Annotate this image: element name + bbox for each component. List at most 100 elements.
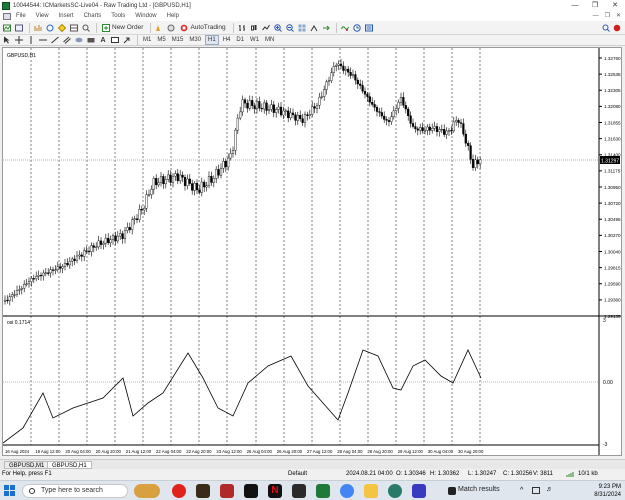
- arrows-icon[interactable]: [122, 35, 132, 45]
- teams-icon[interactable]: [388, 484, 402, 498]
- rectangle-icon[interactable]: [86, 35, 96, 45]
- volume-icon[interactable]: ♬: [546, 486, 553, 493]
- file-explorer-icon[interactable]: [364, 484, 378, 498]
- timeframe-m15[interactable]: M15: [170, 35, 186, 45]
- bar-chart-icon[interactable]: [237, 23, 247, 33]
- chart-window[interactable]: 1.32760 1.32535 1.32305 1.32080 1.31855 1.316…: [2, 47, 622, 456]
- chrome-icon[interactable]: [340, 484, 354, 498]
- mql5-icon[interactable]: [612, 23, 622, 33]
- video-app-icon[interactable]: [244, 484, 258, 498]
- price-tick-label: 1.30950: [604, 185, 621, 190]
- metaeditor-icon[interactable]: [154, 23, 164, 33]
- candle-body: [347, 68, 350, 73]
- minimize-button[interactable]: —: [565, 0, 585, 11]
- menu-window[interactable]: Window: [130, 13, 161, 19]
- menu-insert[interactable]: Insert: [54, 13, 79, 19]
- profiles-icon[interactable]: [14, 23, 24, 33]
- osc-tick-zero: 0.00: [603, 380, 613, 386]
- candle-body: [313, 106, 316, 109]
- menu-tools[interactable]: Tools: [106, 13, 130, 19]
- candlestick-icon[interactable]: [249, 23, 259, 33]
- timeframe-m30[interactable]: M30: [187, 35, 203, 45]
- market-watch-icon[interactable]: [33, 23, 43, 33]
- menu-view[interactable]: View: [31, 13, 54, 19]
- timeframe-h4[interactable]: H4: [221, 35, 233, 45]
- tile-windows-icon[interactable]: [297, 23, 307, 33]
- network-icon[interactable]: [532, 487, 540, 494]
- trendline-icon[interactable]: [50, 35, 60, 45]
- tab-gbpusd-h1[interactable]: GBPUSD,H1: [47, 461, 92, 469]
- zoom-in-icon[interactable]: [273, 23, 283, 33]
- windows-start-icon[interactable]: [4, 485, 15, 496]
- autotrading-button[interactable]: AutoTrading: [178, 23, 227, 33]
- cursor-icon[interactable]: [2, 35, 12, 45]
- templates-icon[interactable]: [364, 23, 374, 33]
- app-icon[interactable]: [196, 484, 210, 498]
- maximize-button[interactable]: ❐: [585, 0, 605, 11]
- chart-shift-icon[interactable]: [309, 23, 319, 33]
- new-order-button[interactable]: New Order: [100, 23, 145, 33]
- channel-icon[interactable]: [62, 35, 72, 45]
- crosshair-icon[interactable]: [14, 35, 24, 45]
- price-tick-label: 1.29590: [604, 282, 621, 287]
- time-label: 23 Aug 12:00: [216, 449, 242, 454]
- opera-icon[interactable]: [172, 484, 186, 498]
- timeframe-mn[interactable]: MN: [263, 35, 276, 45]
- media-app-icon[interactable]: [220, 484, 234, 498]
- candle-body: [327, 80, 331, 82]
- timeframe-d1[interactable]: D1: [234, 35, 246, 45]
- timeframe-m1[interactable]: M1: [141, 35, 153, 45]
- vertical-line-icon[interactable]: [26, 35, 36, 45]
- match-results-label[interactable]: Match results: [458, 486, 500, 493]
- timeframe-h1[interactable]: H1: [205, 35, 219, 45]
- navigator-icon[interactable]: [57, 23, 67, 33]
- close-button[interactable]: ✕: [605, 0, 625, 11]
- timeframe-w1[interactable]: W1: [248, 35, 261, 45]
- search-icon[interactable]: [601, 23, 611, 33]
- zoom-out-icon[interactable]: [285, 23, 295, 33]
- app-icon[interactable]: [412, 484, 426, 498]
- tray-chevron-icon[interactable]: ^: [520, 487, 523, 494]
- options-icon[interactable]: [166, 23, 176, 33]
- new-chart-icon[interactable]: [2, 23, 12, 33]
- text-icon[interactable]: A: [98, 35, 108, 45]
- time-label: 20 Aug 04:00: [65, 449, 91, 454]
- timeframe-m5[interactable]: M5: [155, 35, 167, 45]
- autoscroll-icon[interactable]: [321, 23, 331, 33]
- menu-charts[interactable]: Charts: [79, 13, 107, 19]
- child-close-button[interactable]: ✕: [616, 11, 621, 21]
- menu-help[interactable]: Help: [162, 13, 184, 19]
- status-volume: V: 3811: [533, 471, 554, 477]
- capcut-icon[interactable]: [292, 484, 306, 498]
- candle-body: [385, 119, 388, 121]
- taskbar-search-box[interactable]: Type here to search: [22, 484, 128, 498]
- candle-body: [421, 127, 424, 132]
- terminal-icon[interactable]: [69, 23, 79, 33]
- ellipse-icon[interactable]: [74, 35, 84, 45]
- time-label: 30 Aug 04:00: [428, 449, 454, 454]
- horizontal-line-icon[interactable]: [38, 35, 48, 45]
- clock-time: 9:23 PM: [598, 484, 621, 490]
- candle-body: [20, 287, 23, 290]
- tab-gbpusd-m1[interactable]: GBPUSD,M1: [4, 461, 50, 469]
- candle-body: [143, 207, 146, 211]
- line-chart-icon[interactable]: [261, 23, 271, 33]
- strategy-tester-icon[interactable]: [81, 23, 91, 33]
- menu-file[interactable]: File: [11, 13, 31, 19]
- clock[interactable]: 9:23 PM 8/31/2024: [594, 483, 621, 499]
- candle-body: [32, 278, 35, 280]
- child-minimize-button[interactable]: —: [593, 11, 599, 21]
- periods-icon[interactable]: [352, 23, 362, 33]
- label-icon[interactable]: [110, 35, 120, 45]
- wallet-icon[interactable]: [448, 487, 456, 495]
- candle-body: [73, 258, 76, 261]
- price-chart[interactable]: 1.32760 1.32535 1.32305 1.32080 1.31855 1.316…: [3, 48, 621, 455]
- weather-widget-icon[interactable]: [134, 484, 160, 498]
- candle-body: [35, 276, 38, 279]
- child-restore-button[interactable]: ❐: [605, 11, 610, 21]
- candle-body: [133, 218, 136, 220]
- data-window-icon[interactable]: [45, 23, 55, 33]
- netflix-icon[interactable]: N: [268, 484, 282, 498]
- metatrader-icon[interactable]: [316, 484, 330, 498]
- indicators-icon[interactable]: [340, 23, 350, 33]
